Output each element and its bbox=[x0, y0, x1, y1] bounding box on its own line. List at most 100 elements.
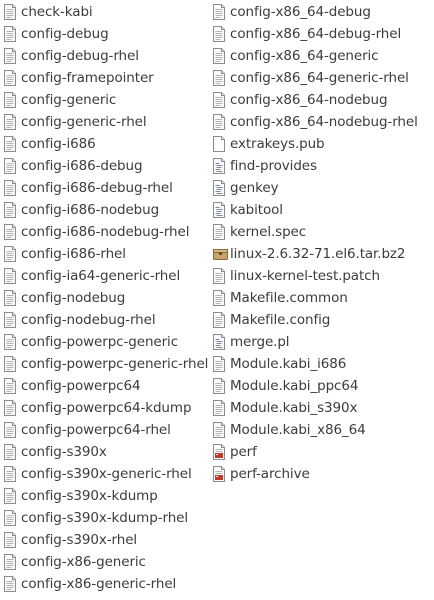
text-file-icon bbox=[4, 576, 16, 592]
file-name-label: Module.kabi_x86_64 bbox=[230, 422, 366, 438]
text-file-icon bbox=[4, 224, 16, 240]
file-name-label: find-provides bbox=[230, 158, 317, 174]
text-file-icon bbox=[4, 356, 16, 372]
file-item-config-debug-rhel[interactable]: config-debug-rhel bbox=[4, 45, 210, 67]
file-item-config-i686-nodebug-rhel[interactable]: config-i686-nodebug-rhel bbox=[4, 221, 210, 243]
file-item-module-kabi-ppc64[interactable]: Module.kabi_ppc64 bbox=[213, 375, 431, 397]
file-name-label: Module.kabi_ppc64 bbox=[230, 378, 359, 394]
file-name-label: config-x86_64-debug-rhel bbox=[230, 26, 402, 42]
file-item-config-x86-64-debug[interactable]: config-x86_64-debug bbox=[213, 1, 431, 23]
file-item-genkey[interactable]: genkey bbox=[213, 177, 431, 199]
text-file-icon bbox=[4, 114, 16, 130]
file-column-2: config-x86_64-debug config-x86_64-debug-r… bbox=[213, 1, 431, 485]
file-name-label: genkey bbox=[230, 180, 279, 196]
file-column-1: check-kabi config-debug config-debug-rhel c… bbox=[4, 1, 210, 595]
file-item-config-ia64-generic-rhel[interactable]: config-ia64-generic-rhel bbox=[4, 265, 210, 287]
file-name-label: perf-archive bbox=[230, 466, 310, 482]
file-item-config-powerpc64-kdump[interactable]: config-powerpc64-kdump bbox=[4, 397, 210, 419]
file-name-label: config-debug-rhel bbox=[21, 48, 139, 64]
file-item-config-i686-rhel[interactable]: config-i686-rhel bbox=[4, 243, 210, 265]
file-item-perf[interactable]: perf bbox=[213, 441, 431, 463]
file-item-extrakeys-pub[interactable]: extrakeys.pub bbox=[213, 133, 431, 155]
file-name-label: kabitool bbox=[230, 202, 283, 218]
text-file-icon bbox=[4, 70, 16, 86]
file-item-config-i686[interactable]: config-i686 bbox=[4, 133, 210, 155]
file-item-config-generic-rhel[interactable]: config-generic-rhel bbox=[4, 111, 210, 133]
file-item-config-x86-64-generic-rhel[interactable]: config-x86_64-generic-rhel bbox=[213, 67, 431, 89]
file-name-label: config-i686-debug bbox=[21, 158, 143, 174]
script-file-icon bbox=[213, 180, 225, 196]
file-item-kabitool[interactable]: kabitool bbox=[213, 199, 431, 221]
text-file-icon bbox=[4, 510, 16, 526]
file-name-label: config-x86_64-generic-rhel bbox=[230, 70, 409, 86]
file-name-label: config-powerpc-generic bbox=[21, 334, 179, 350]
file-item-linux-kernel-test-patch[interactable]: linux-kernel-test.patch bbox=[213, 265, 431, 287]
file-item-config-s390x-kdump[interactable]: config-s390x-kdump bbox=[4, 485, 210, 507]
file-name-label: config-powerpc64-rhel bbox=[21, 422, 171, 438]
file-name-label: config-i686-rhel bbox=[21, 246, 126, 262]
file-item-config-s390x-kdump-rhel[interactable]: config-s390x-kdump-rhel bbox=[4, 507, 210, 529]
file-item-config-i686-nodebug[interactable]: config-i686-nodebug bbox=[4, 199, 210, 221]
file-item-merge-pl[interactable]: merge.pl bbox=[213, 331, 431, 353]
text-file-icon bbox=[4, 180, 16, 196]
file-item-config-x86-generic[interactable]: config-x86-generic bbox=[4, 551, 210, 573]
file-item-config-x86-64-nodebug-rhel[interactable]: config-x86_64-nodebug-rhel bbox=[213, 111, 431, 133]
file-name-label: config-framepointer bbox=[21, 70, 154, 86]
file-item-config-framepointer[interactable]: config-framepointer bbox=[4, 67, 210, 89]
file-name-label: config-powerpc-generic-rhel bbox=[21, 356, 209, 372]
text-file-icon bbox=[4, 48, 16, 64]
file-item-config-x86-generic-rhel[interactable]: config-x86-generic-rhel bbox=[4, 573, 210, 595]
file-item-kernel-spec[interactable]: kernel.spec bbox=[213, 221, 431, 243]
file-name-label: perf bbox=[230, 444, 257, 460]
text-file-icon bbox=[213, 268, 225, 284]
blank-file-icon bbox=[213, 136, 225, 152]
text-file-icon bbox=[213, 70, 225, 86]
file-item-config-x86-64-debug-rhel[interactable]: config-x86_64-debug-rhel bbox=[213, 23, 431, 45]
text-file-icon bbox=[4, 158, 16, 174]
file-item-config-s390x-rhel[interactable]: config-s390x-rhel bbox=[4, 529, 210, 551]
file-item-makefile-common[interactable]: Makefile.common bbox=[213, 287, 431, 309]
file-name-label: Module.kabi_i686 bbox=[230, 356, 347, 372]
text-file-icon bbox=[213, 312, 225, 328]
file-item-module-kabi-s390x[interactable]: Module.kabi_s390x bbox=[213, 397, 431, 419]
file-name-label: Module.kabi_s390x bbox=[230, 400, 358, 416]
file-name-label: config-i686-debug-rhel bbox=[21, 180, 173, 196]
file-item-config-i686-debug[interactable]: config-i686-debug bbox=[4, 155, 210, 177]
file-item-config-x86-64-generic[interactable]: config-x86_64-generic bbox=[213, 45, 431, 67]
text-file-icon bbox=[4, 554, 16, 570]
file-item-config-s390x[interactable]: config-s390x bbox=[4, 441, 210, 463]
file-item-makefile-config[interactable]: Makefile.config bbox=[213, 309, 431, 331]
file-list: check-kabi config-debug config-debug-rhel c… bbox=[0, 0, 434, 600]
file-name-label: linux-kernel-test.patch bbox=[230, 268, 380, 284]
file-item-config-nodebug-rhel[interactable]: config-nodebug-rhel bbox=[4, 309, 210, 331]
text-file-icon bbox=[213, 422, 225, 438]
text-file-icon bbox=[213, 26, 225, 42]
file-name-label: config-x86-generic-rhel bbox=[21, 576, 177, 592]
file-item-config-x86-64-nodebug[interactable]: config-x86_64-nodebug bbox=[213, 89, 431, 111]
file-item-config-powerpc-generic-rhel[interactable]: config-powerpc-generic-rhel bbox=[4, 353, 210, 375]
file-name-label: config-s390x-kdump-rhel bbox=[21, 510, 189, 526]
file-name-label: linux-2.6.32-71.el6.tar.bz2 bbox=[230, 246, 406, 262]
file-item-config-powerpc64-rhel[interactable]: config-powerpc64-rhel bbox=[4, 419, 210, 441]
file-item-config-powerpc64[interactable]: config-powerpc64 bbox=[4, 375, 210, 397]
file-item-config-generic[interactable]: config-generic bbox=[4, 89, 210, 111]
text-file-icon bbox=[4, 92, 16, 108]
file-item-module-kabi-i686[interactable]: Module.kabi_i686 bbox=[213, 353, 431, 375]
file-item-config-s390x-generic-rhel[interactable]: config-s390x-generic-rhel bbox=[4, 463, 210, 485]
file-item-linux-2-6-32-71-el6-tar-bz2[interactable]: linux-2.6.32-71.el6.tar.bz2 bbox=[213, 243, 431, 265]
file-item-perf-archive[interactable]: perf-archive bbox=[213, 463, 431, 485]
file-name-label: config-i686 bbox=[21, 136, 96, 152]
file-item-check-kabi[interactable]: check-kabi bbox=[4, 1, 210, 23]
file-item-find-provides[interactable]: find-provides bbox=[213, 155, 431, 177]
file-item-config-debug[interactable]: config-debug bbox=[4, 23, 210, 45]
text-file-icon bbox=[4, 246, 16, 262]
file-item-config-nodebug[interactable]: config-nodebug bbox=[4, 287, 210, 309]
file-name-label: config-s390x bbox=[21, 444, 107, 460]
file-item-config-i686-debug-rhel[interactable]: config-i686-debug-rhel bbox=[4, 177, 210, 199]
text-file-icon bbox=[4, 422, 16, 438]
file-item-config-powerpc-generic[interactable]: config-powerpc-generic bbox=[4, 331, 210, 353]
file-item-module-kabi-x86-64[interactable]: Module.kabi_x86_64 bbox=[213, 419, 431, 441]
file-name-label: Makefile.config bbox=[230, 312, 331, 328]
file-name-label: config-generic-rhel bbox=[21, 114, 147, 130]
script-file-icon bbox=[213, 334, 225, 350]
